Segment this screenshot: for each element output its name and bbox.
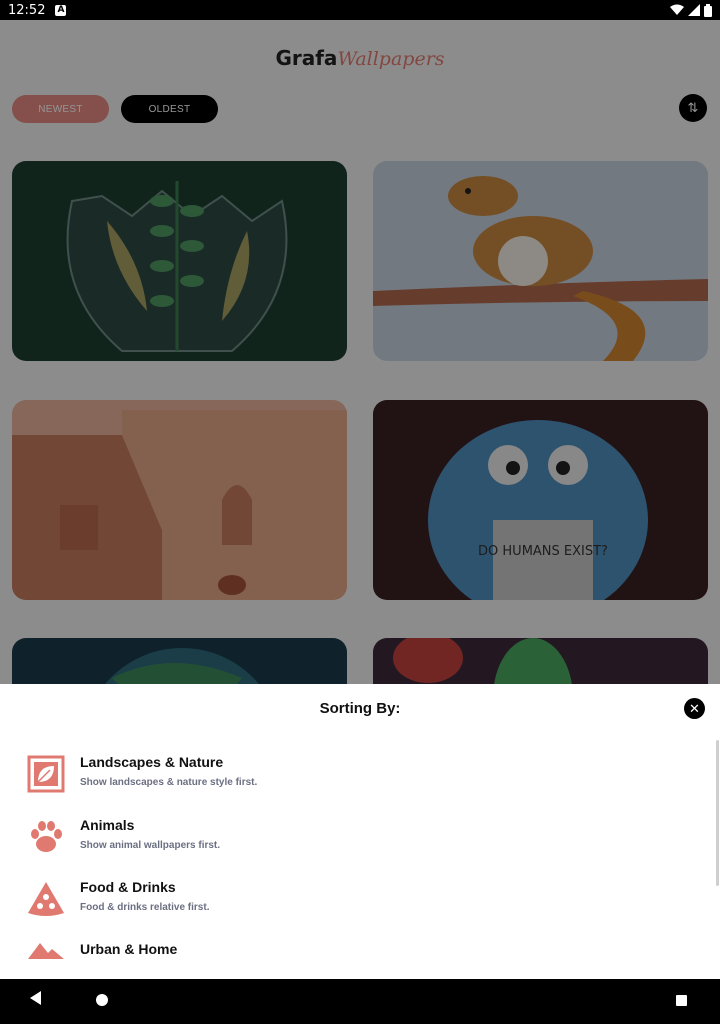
wifi-icon — [670, 4, 684, 15]
signal-icon — [688, 4, 700, 16]
notification-icon: A — [55, 4, 67, 16]
status-bar: 12:52 A — [0, 0, 720, 20]
option-name: Urban & Home — [80, 941, 178, 957]
recents-icon[interactable] — [676, 995, 687, 1006]
mountain-house-icon — [28, 943, 64, 959]
option-description: Show landscapes & nature style first. — [80, 777, 258, 788]
back-icon[interactable] — [30, 991, 41, 1005]
option-name: Food & Drinks — [80, 879, 176, 895]
sort-bottom-sheet: Sorting By: ✕ Landscapes & Nature Show l… — [0, 684, 720, 979]
battery-icon — [704, 3, 712, 17]
sort-option-urban[interactable]: Urban & Home — [0, 941, 700, 979]
sheet-scrollbar[interactable] — [716, 740, 719, 886]
sort-option-food[interactable]: Food & Drinks Food & drinks relative fir… — [0, 879, 700, 935]
modal-scrim[interactable] — [0, 20, 720, 684]
close-button[interactable]: ✕ — [684, 698, 705, 719]
leaf-frame-icon — [27, 755, 65, 793]
screen: 12:52 A GrafaWallpapers NEWEST OLDEST ⇅ — [0, 0, 720, 1024]
sort-option-animals[interactable]: Animals Show animal wallpapers first. — [0, 817, 700, 873]
status-time: 12:52 — [8, 2, 46, 18]
option-description: Show animal wallpapers first. — [80, 840, 221, 851]
sheet-title: Sorting By: — [319, 700, 401, 717]
option-name: Landscapes & Nature — [80, 754, 224, 770]
status-icons — [670, 3, 712, 17]
navigation-bar — [0, 979, 720, 1024]
paw-icon — [31, 821, 62, 852]
option-description: Food & drinks relative first. — [80, 902, 210, 913]
pizza-slice-icon — [28, 882, 64, 916]
sort-option-landscapes[interactable]: Landscapes & Nature Show landscapes & na… — [0, 754, 700, 810]
option-name: Animals — [80, 817, 135, 833]
close-icon: ✕ — [689, 701, 700, 716]
home-icon[interactable] — [96, 994, 108, 1006]
